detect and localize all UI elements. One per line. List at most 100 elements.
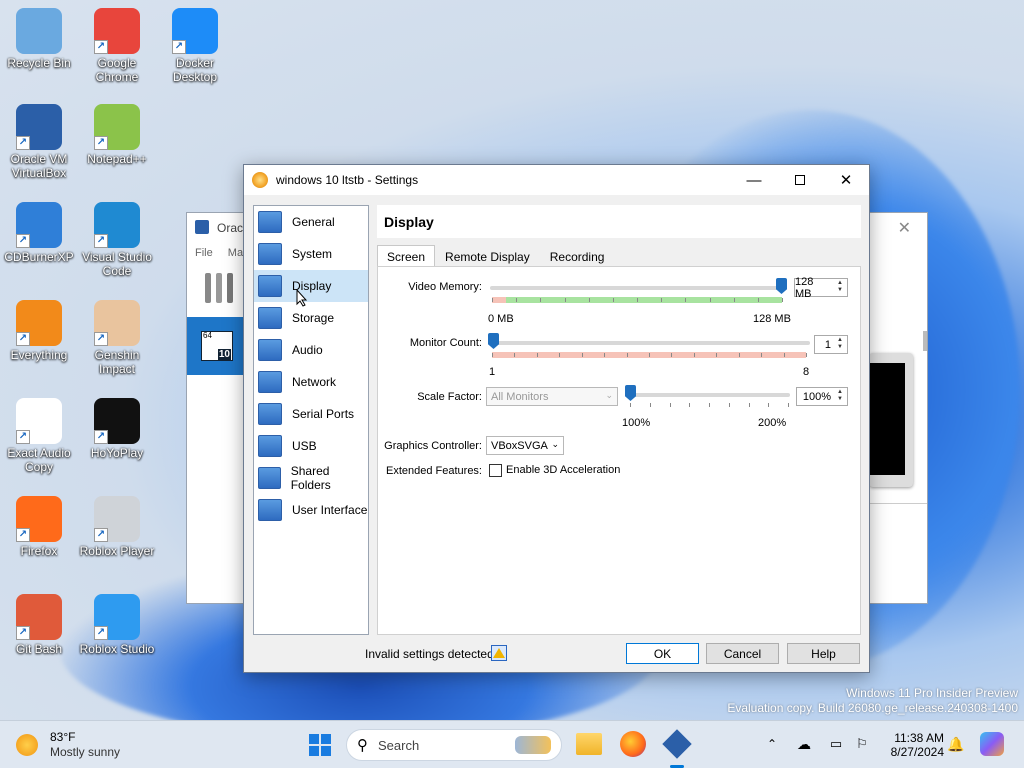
cancel-button[interactable]: Cancel [706,643,779,664]
desktop-icon[interactable]: ↗ Notepad++ [78,104,156,166]
monitor-count-thumb[interactable] [488,333,499,349]
virtualbox-icon: ↗ [16,104,62,150]
slider-tick [514,353,515,357]
menu-machine[interactable]: Ma [228,247,243,259]
video-memory-max: 128 MB [753,313,791,325]
slider-tick [694,353,695,357]
category-item-usb[interactable]: USB [254,430,368,462]
category-item-serial-ports[interactable]: Serial Ports [254,398,368,430]
menu-file[interactable]: File [195,247,213,259]
copilot-icon[interactable] [980,732,1004,756]
hoyoplay-icon: ↗ [94,398,140,444]
help-button[interactable]: Help [787,643,860,664]
show-hidden-icons-chevron-up-icon[interactable]: ⌃ [764,735,780,753]
category-item-system[interactable]: System [254,238,368,270]
category-item-display[interactable]: Display [254,270,368,302]
desktop-icon-label: Roblox Studio [79,642,155,656]
video-memory-spinbox[interactable]: 128 MB ▲ ▼ [794,276,848,300]
firefox-icon: ↗ [16,496,62,542]
firefox-taskbar-icon[interactable] [620,731,646,757]
virtualbox-taskbar-icon[interactable] [662,729,692,759]
desktop-icon[interactable]: ↗ Git Bash [0,594,78,656]
weather-widget[interactable]: 83°F Mostly sunny [16,729,136,761]
onedrive-offline-icon[interactable]: ☁ [794,735,814,753]
enable-3d-checkbox[interactable] [489,464,502,477]
category-item-user-interface[interactable]: User Interface [254,494,368,526]
category-item-storage[interactable]: Storage [254,302,368,334]
scale-factor-max: 200% [758,417,787,429]
category-label: General [292,215,335,229]
slider-tick [559,353,560,357]
slider-tick [627,353,628,357]
monitor-count-label: Monitor Count: [409,337,482,349]
desktop-icon[interactable]: Recycle Bin [0,8,78,70]
tab-remote-display[interactable]: Remote Display [435,245,540,267]
desktop-icon[interactable]: ↗ Google Chrome [78,8,156,84]
monitor-count-slider[interactable] [490,341,810,345]
desktop-icon[interactable]: ↗ Genshin Impact [78,300,156,376]
network-icon[interactable]: ⚐ [852,735,872,753]
windows-logo-icon [309,734,331,756]
close-icon[interactable]: ✕ [823,165,869,195]
tab-screen[interactable]: Screen [377,245,436,267]
virtualbox-settings-icon [252,172,268,188]
tab-bar[interactable]: Screen Remote Display Recording [377,245,614,267]
search-box[interactable]: ⚲ Search [346,729,562,761]
video-memory-thumb[interactable] [776,278,787,294]
monitor-count-max: 8 [803,366,810,378]
scale-factor-thumb[interactable] [625,385,636,401]
tab-recording[interactable]: Recording [540,245,615,267]
video-memory-slider[interactable] [490,286,786,290]
desktop-icon[interactable]: ↗ Exact Audio Copy [0,398,78,474]
desktop-icon[interactable]: ↗ Roblox Player [78,496,156,558]
manager-close-icon[interactable]: ✕ [898,218,911,238]
monitor-count-spinbox[interactable]: 1 ▲ ▼ [814,335,848,354]
manager-tools-icon[interactable] [203,271,237,305]
desktop-icon[interactable]: ↗ Everything [0,300,78,362]
clock[interactable]: 11:38 AM 8/27/2024 [878,727,944,763]
settings-dialog[interactable]: windows 10 ltstb - Settings — ✕ General S… [243,164,870,673]
category-item-shared-folders[interactable]: Shared Folders [254,462,368,494]
spin-arrows-icon[interactable]: ▲ ▼ [834,389,846,404]
warning-icon[interactable] [491,645,507,661]
category-list[interactable]: General System Display Storage Audio Network S… [253,205,369,635]
manager-scrollbar[interactable] [923,331,927,351]
category-label: Audio [292,343,323,357]
minimize-icon[interactable]: — [731,165,777,195]
screen-tab-body: Video Memory: 128 MB ▲ ▼ 0 MB 128 MB Moni… [377,266,861,635]
desktop-icon[interactable]: ↗ Visual Studio Code [78,202,156,278]
network-icon [258,371,282,393]
desktop-icon[interactable]: ↗ Firefox [0,496,78,558]
vm-badge-top: 64 [203,331,212,340]
shortcut-arrow-icon: ↗ [94,40,108,54]
enable-3d-label[interactable]: Enable 3D Acceleration [506,464,620,476]
display-settings-icon[interactable]: ▭ [826,735,846,753]
scale-factor-spinbox[interactable]: 100% ▲ ▼ [796,387,848,406]
start-button[interactable] [306,731,334,759]
category-item-audio[interactable]: Audio [254,334,368,366]
category-item-network[interactable]: Network [254,366,368,398]
desktop-icon[interactable]: ↗ Roblox Studio [78,594,156,656]
scale-factor-slider[interactable] [628,393,790,397]
dialog-titlebar[interactable]: windows 10 ltstb - Settings — ✕ [244,165,869,195]
desktop-icon-label: Genshin Impact [94,348,140,376]
desktop-icon[interactable]: ↗ HoYoPlay [78,398,156,460]
category-item-general[interactable]: General [254,206,368,238]
manager-vm-list-selected[interactable]: 64 10 [187,317,244,375]
desktop-icon[interactable]: ↗ Docker Desktop [156,8,234,84]
roblox-studio-icon: ↗ [94,594,140,640]
desktop-icon[interactable]: ↗ Oracle VM VirtualBox [0,104,78,180]
watermark-line2: Evaluation copy. Build 26080.ge_release.… [727,701,1018,715]
desktop-icon[interactable]: ↗ CDBurnerXP [0,202,78,264]
notification-bell-icon[interactable]: 🔔 [946,735,966,753]
slider-tick [729,403,730,407]
maximize-icon[interactable] [777,165,823,195]
desktop-icon-label: Notepad++ [87,152,147,166]
category-label: Network [292,375,337,389]
slider-tick [734,298,735,302]
spin-arrows-icon[interactable]: ▲ ▼ [834,337,846,352]
spin-arrows-icon[interactable]: ▲ ▼ [834,280,846,295]
ok-button[interactable]: OK [626,643,699,664]
graphics-controller-combo[interactable]: VBoxSVGA ⌄ [486,436,564,455]
file-explorer-icon[interactable] [576,733,602,755]
